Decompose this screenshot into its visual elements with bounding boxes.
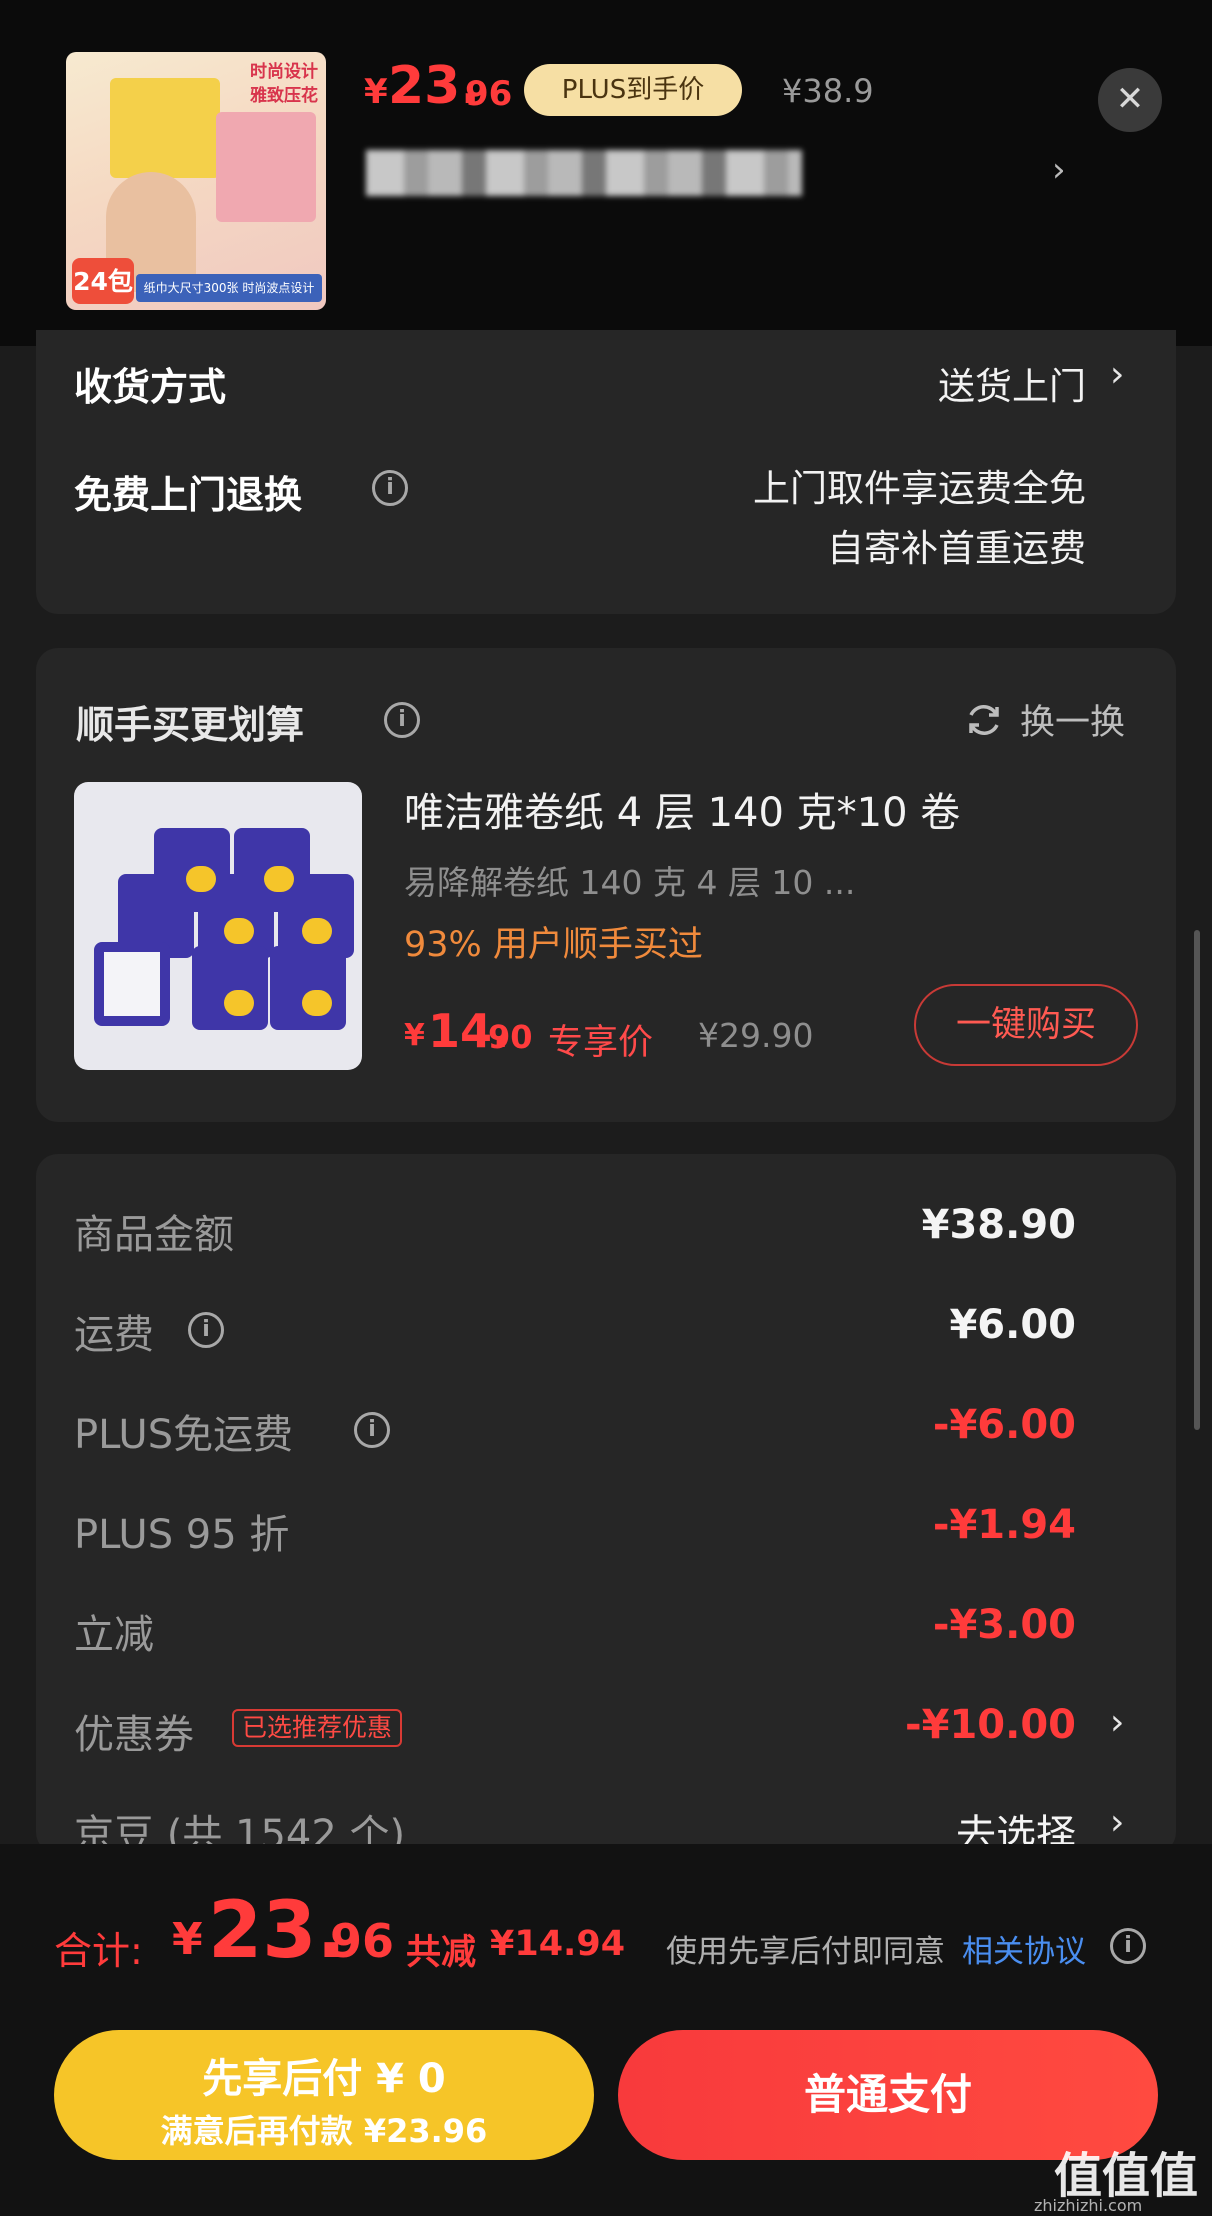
summary-value-plus-discount: -¥1.94 [932, 1502, 1076, 1548]
order-confirmation-page: 时尚设计 雅致压花 24包 纸巾大尺寸300张 时尚波点设计 ¥ 23. 96 … [0, 0, 1212, 2216]
header-original-price: ¥38.9 [782, 72, 874, 110]
pay-later-button[interactable]: 先享后付 ¥ 0 满意后再付款 ¥23.96 [54, 2030, 594, 2160]
one-click-buy-button[interactable]: 一键购买 [914, 984, 1138, 1066]
pay-later-line2: 满意后再付款 ¥23.96 [160, 2112, 488, 2150]
agreement-text: 使用先享后付即同意 [666, 1934, 945, 1970]
chevron-right-icon[interactable]: › [1110, 1802, 1124, 1843]
addon-price-tag: 专享价 [548, 1023, 654, 1063]
info-icon[interactable]: i [188, 1312, 224, 1348]
duck [224, 990, 254, 1016]
addon-bought-text: 93% 用户顺手买过 [404, 925, 703, 965]
roll [94, 942, 170, 1026]
addon-price-decimal: 90 [488, 1018, 533, 1056]
addon-product-title[interactable]: 唯洁雅卷纸 4 层 140 克*10 卷 [404, 780, 960, 838]
delivery-method-value[interactable]: 送货上门 [938, 356, 1086, 410]
coupon-selected-badge: 已选推荐优惠 [232, 1709, 403, 1747]
thumb-strip: 纸巾大尺寸300张 时尚波点设计 [136, 274, 322, 302]
duck [302, 990, 332, 1016]
summary-value-goods: ¥38.90 [921, 1202, 1076, 1248]
saved-amount: ¥14.94 [490, 1924, 626, 1964]
pay-later-line1: 先享后付 ¥ 0 [202, 2056, 446, 2102]
header-price-decimal: 96 [465, 74, 513, 114]
info-icon[interactable]: i [1110, 1928, 1146, 1964]
agreement-link[interactable]: 相关协议 [962, 1926, 1086, 1971]
addon-section-title: 顺手买更划算 [76, 703, 305, 747]
total-integer: 23. [208, 1886, 347, 1976]
scrollbar[interactable] [1194, 930, 1200, 1430]
info-icon[interactable]: i [384, 702, 420, 738]
thumb-sticker: 时尚设计 雅致压花 [250, 62, 318, 106]
chevron-right-icon[interactable]: › [1110, 354, 1124, 395]
close-button[interactable]: ✕ [1098, 68, 1162, 132]
free-return-label: 免费上门退换 [74, 473, 303, 517]
product-header: 时尚设计 雅致压花 24包 纸巾大尺寸300张 时尚波点设计 ¥ 23. 96 … [0, 0, 1212, 346]
thumb-pack-badge: 24包 [72, 258, 134, 304]
refresh-icon[interactable] [964, 700, 1004, 740]
summary-label-instant-reduction: 立减 [74, 1612, 154, 1658]
watermark-url: zhizhizhi.com [1034, 2196, 1143, 2215]
free-return-value-line1: 上门取件享运费全免 [753, 467, 1086, 510]
thumb-package-pink [216, 112, 316, 222]
product-thumbnail[interactable]: 时尚设计 雅致压花 24包 纸巾大尺寸300张 时尚波点设计 [66, 52, 326, 310]
roll [270, 946, 346, 1030]
chevron-right-icon[interactable]: › [1052, 150, 1066, 190]
summary-label-plus-free-shipping: PLUS免运费 [74, 1412, 294, 1458]
blurred-product-title[interactable] [366, 150, 802, 196]
roll [192, 946, 268, 1030]
summary-value-instant-reduction: -¥3.00 [932, 1602, 1076, 1648]
summary-label-shipping: 运费 [74, 1312, 154, 1358]
duck [302, 918, 332, 944]
duck [224, 918, 254, 944]
free-return-value-line2: 自寄补首重运费 [827, 527, 1086, 570]
summary-value-plus-free-shipping: -¥6.00 [932, 1402, 1076, 1448]
chevron-right-icon[interactable]: › [1110, 1702, 1124, 1743]
duck [264, 866, 294, 892]
saved-label: 共减 [406, 1933, 477, 1973]
info-icon[interactable]: i [354, 1412, 390, 1448]
summary-label-coupon[interactable]: 优惠券 [74, 1702, 194, 1760]
duck [186, 866, 216, 892]
addon-product-image[interactable] [74, 782, 362, 1070]
plus-price-badge: PLUS到手价 [524, 64, 742, 116]
summary-value-coupon[interactable]: -¥10.00 [905, 1702, 1076, 1748]
total-decimal: 96 [330, 1914, 395, 1968]
summary-value-shipping: ¥6.00 [949, 1302, 1076, 1348]
addon-price-symbol: ¥ [404, 1018, 425, 1053]
total-symbol: ¥ [172, 1914, 203, 1965]
total-label: 合计: [54, 1929, 143, 1973]
delivery-method-label: 收货方式 [74, 365, 227, 409]
addon-product-subtitle: 易降解卷纸 140 克 4 层 10 ... [404, 863, 856, 902]
header-price-symbol: ¥ [364, 72, 388, 112]
close-icon: ✕ [1115, 79, 1145, 119]
summary-label-goods: 商品金额 [74, 1212, 234, 1258]
addon-original-price: ¥29.90 [698, 1016, 814, 1055]
info-icon[interactable]: i [372, 470, 408, 506]
thumb-package-yellow [110, 78, 220, 178]
refresh-button[interactable]: 换一换 [1020, 694, 1125, 745]
summary-label-plus-discount: PLUS 95 折 [74, 1512, 290, 1558]
